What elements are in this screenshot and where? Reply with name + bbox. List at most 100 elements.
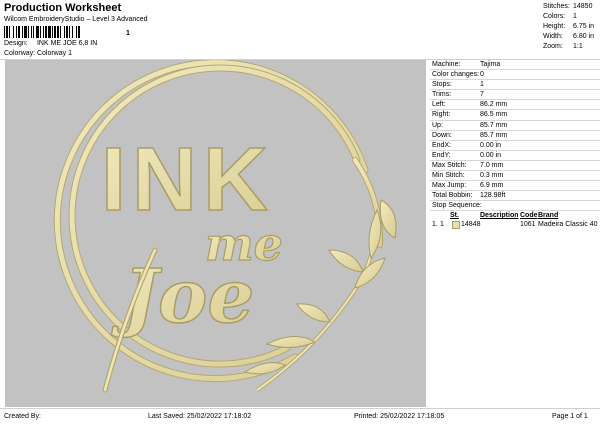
info-value: 7.0 mm [480, 161, 504, 169]
col-header-code: Code [520, 212, 538, 220]
barcode-bar [9, 26, 10, 38]
info-row: Down: 85.7 mm [428, 131, 600, 140]
barcode-bar [43, 26, 44, 38]
info-row: Trims: 7 [428, 90, 600, 99]
info-label: Up: [432, 121, 443, 129]
design-preview: INK me Joe [5, 59, 426, 407]
barcode-number: 1 [126, 30, 130, 37]
info-row: Max Jump: 6.9 mm [428, 181, 600, 190]
stop-sequence-table: St. Description Code Brand 1. 1 14848 10… [428, 212, 600, 232]
row-index: 1. [432, 221, 438, 229]
design-text-ink: INK [101, 130, 274, 230]
info-label: Stops: [432, 81, 452, 89]
row-brand: Madeira Classic 40 [538, 221, 598, 229]
info-label: Max Stitch: [432, 161, 467, 169]
info-row: Machine: Tajima [428, 60, 600, 69]
stat-value: 14850 [573, 3, 593, 10]
info-row: Up: 85.7 mm [428, 121, 600, 130]
printed-date: Printed: 25/02/2022 17:18:05 [354, 413, 445, 420]
barcode-bar [22, 26, 23, 38]
stop-heading-label: Stop Sequence: [432, 202, 482, 210]
barcode-bar [78, 26, 80, 38]
info-label: EndY: [432, 151, 451, 159]
info-value: 0.00 in [480, 141, 502, 149]
barcode-bar [16, 26, 17, 38]
embroidery-design: INK me Joe [53, 59, 397, 393]
design-stats: Stitches: 14850 Colors: 1 Height: 6.75 in W… [543, 2, 599, 52]
col-header-brand: Brand [538, 212, 559, 220]
info-value: 0.00 in [480, 151, 502, 159]
barcode-bar [54, 26, 56, 38]
stat-row: Zoom: 1:1 [543, 42, 599, 52]
design-name: INK ME JOE 6,8 IN [36, 40, 98, 47]
stat-value: 6.80 in [573, 33, 595, 40]
barcode-bar [48, 26, 51, 38]
barcode-bar [64, 26, 65, 38]
stop-sequence-heading: Stop Sequence: [430, 201, 600, 210]
info-value: 128.98ft [480, 192, 506, 200]
info-label: EndX: [432, 141, 452, 149]
thread-color-swatch [452, 221, 460, 230]
machine-info-panel: Machine: Tajima Color changes: 0 Stops: 1 T… [428, 60, 600, 232]
info-value: 0 [480, 71, 484, 79]
barcode-bar [28, 26, 29, 38]
barcode-bar [33, 26, 34, 38]
info-label: Trims: [432, 91, 452, 99]
info-row: Min Stitch: 0.3 mm [428, 171, 600, 180]
barcode-bar [57, 26, 59, 38]
barcode-bar [13, 26, 14, 38]
stat-label: Stitches: [543, 3, 570, 10]
barcode-bar [52, 26, 53, 38]
info-row: Left: 86.2 mm [428, 100, 600, 109]
created-by: Created By: [4, 413, 41, 420]
info-value: Tajima [480, 61, 501, 68]
barcode-bar [45, 26, 47, 38]
info-label: Down: [432, 131, 452, 139]
barcode [4, 26, 80, 38]
info-row: Stops: 1 [428, 80, 600, 89]
info-label: Min Stitch: [432, 172, 465, 180]
col-header-st: St. [450, 212, 459, 220]
barcode-bar [6, 26, 8, 38]
info-value: 86.2 mm [480, 101, 508, 109]
stat-label: Zoom: [543, 43, 563, 50]
stat-value: 6.75 in [573, 23, 595, 30]
info-value: 6.9 mm [480, 182, 504, 190]
barcode-bar [40, 26, 41, 38]
barcode-bar [31, 26, 32, 38]
colorway-label: Colorway: [4, 50, 36, 57]
barcode-bar [66, 26, 68, 38]
info-label: Machine: [432, 61, 461, 68]
row-stop: 1 [440, 221, 444, 229]
last-saved: Last Saved: 25/02/2022 17:18:02 [148, 413, 252, 420]
barcode-bar [18, 26, 20, 38]
colorway-row: Colorway: Colorway 1 [4, 50, 72, 57]
info-label: Max Jump: [432, 182, 467, 190]
barcode-bar [24, 26, 27, 38]
design-row: Design: INK ME JOE 6,8 IN [4, 40, 97, 47]
stat-label: Colors: [543, 13, 566, 20]
stat-row: Colors: 1 [543, 12, 599, 22]
stat-label: Width: [543, 33, 563, 40]
info-value: 85.7 mm [480, 131, 508, 139]
info-label: Color changes: [432, 71, 480, 79]
barcode-bar [4, 26, 5, 38]
info-value: 0.3 mm [480, 172, 504, 180]
row-code: 1061 [520, 221, 536, 229]
info-row: Right: 86.5 mm [428, 110, 600, 119]
info-row: Color changes: 0 [428, 70, 600, 79]
stat-row: Height: 6.75 in [543, 22, 599, 32]
barcode-bar [60, 26, 61, 38]
worksheet-title: Production Worksheet [4, 2, 122, 14]
design-label: Design: [4, 40, 28, 47]
col-header-description: Description [480, 212, 519, 220]
info-value: 86.5 mm [480, 111, 508, 119]
info-label: Left: [432, 101, 446, 109]
info-row: Total Bobbin: 128.98ft [428, 191, 600, 200]
colorway-name: Colorway 1 [36, 50, 72, 57]
stat-label: Height: [543, 23, 566, 30]
barcode-bar [69, 26, 70, 38]
stat-row: Width: 6.80 in [543, 32, 599, 42]
row-stitches: 14848 [461, 221, 481, 229]
info-value: 7 [480, 91, 484, 99]
